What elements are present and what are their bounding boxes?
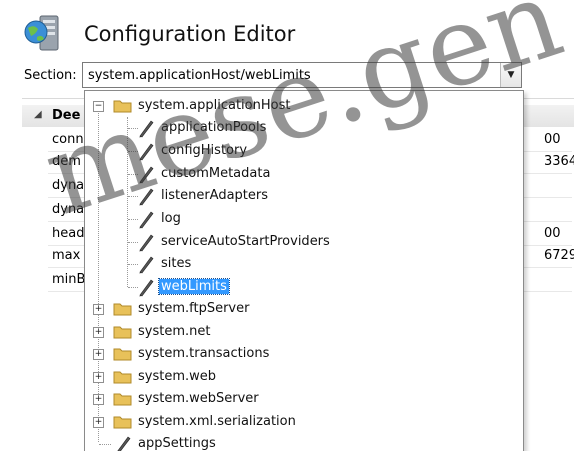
tree-node-label: system.webServer (138, 391, 259, 406)
property-name: max (52, 248, 81, 263)
tree-node-confighistory[interactable]: configHistory (85, 141, 515, 161)
pen-icon (139, 120, 154, 138)
tree-node-label: log (161, 211, 181, 226)
folder-icon (113, 371, 132, 384)
folder-icon (113, 303, 132, 316)
tree-node-appsettings[interactable]: appSettings (85, 434, 515, 451)
property-name: head (52, 226, 85, 241)
expand-icon[interactable]: + (93, 372, 104, 383)
tree-node-log[interactable]: log (85, 209, 515, 229)
pen-icon (117, 436, 131, 451)
tree-node-weblimits[interactable]: webLimits (85, 277, 515, 297)
tree-node-system-net[interactable]: + system.net (85, 322, 515, 342)
chevron-down-icon[interactable]: ▼ (500, 63, 521, 87)
pen-icon (139, 211, 154, 229)
property-value: 00 (544, 226, 561, 241)
pen-icon (139, 256, 154, 274)
collapse-icon[interactable]: − (93, 101, 104, 112)
property-value: 33647 (544, 154, 574, 169)
tree-node-system-applicationhost[interactable]: − system.applicationHost (85, 96, 515, 116)
section-selector: Section: system.applicationHost/webLimit… (0, 62, 574, 90)
tree-node-label: applicationPools (161, 120, 267, 135)
property-name: dyna (52, 202, 85, 217)
tree-node-label: sites (161, 256, 192, 271)
property-name: minB (52, 272, 86, 287)
tree-node-listeneradapters[interactable]: listenerAdapters (85, 186, 515, 206)
pen-icon (139, 143, 154, 161)
tree-node-system-ftpserver[interactable]: + system.ftpServer (85, 299, 515, 319)
server-globe-icon (24, 15, 59, 51)
tree-node-label-selected: webLimits (158, 278, 230, 295)
section-value: system.applicationHost/webLimits (88, 68, 311, 83)
expand-icon[interactable]: + (93, 394, 104, 405)
tree-node-system-webserver[interactable]: + system.webServer (85, 389, 515, 409)
pen-icon (139, 234, 154, 252)
tree-node-label: system.ftpServer (138, 301, 250, 316)
section-tree-dropdown: − system.applicationHost applicationPool… (84, 90, 524, 451)
tree-line (99, 444, 111, 445)
folder-icon (113, 393, 132, 406)
tree-node-label: serviceAutoStartProviders (161, 234, 330, 249)
tree-node-label: system.web (138, 369, 217, 384)
folder-icon (113, 416, 132, 429)
tree-node-label: system.transactions (138, 346, 270, 361)
pen-icon (139, 188, 154, 206)
section-combobox[interactable]: system.applicationHost/webLimits ▼ (82, 62, 522, 88)
tree-node-label: customMetadata (161, 166, 271, 181)
property-value: 00 (544, 132, 561, 147)
property-value: 67295 (544, 248, 574, 263)
tree-node-label: system.xml.serialization (138, 414, 296, 429)
collapse-icon[interactable]: ◢ (34, 109, 42, 120)
property-name: dyna (52, 178, 85, 193)
folder-icon (113, 348, 132, 361)
tree-node-serviceautostartproviders[interactable]: serviceAutoStartProviders (85, 232, 515, 252)
pen-icon (139, 279, 154, 297)
folder-icon (113, 100, 132, 113)
tree-node-sites[interactable]: sites (85, 254, 515, 274)
property-group-label: Dee (52, 108, 81, 123)
expand-icon[interactable]: + (93, 304, 104, 315)
section-label: Section: (24, 68, 77, 83)
tree-node-label: system.net (138, 324, 211, 339)
expand-icon[interactable]: + (93, 327, 104, 338)
tree-node-label: appSettings (138, 436, 216, 451)
header: Configuration Editor (0, 0, 574, 62)
tree-node-system-transactions[interactable]: + system.transactions (85, 344, 515, 364)
tree-node-label: configHistory (161, 143, 248, 158)
tree-node-label: listenerAdapters (161, 188, 269, 203)
property-name: dem (52, 154, 81, 169)
page-title: Configuration Editor (84, 22, 296, 46)
tree-node-system-xml-serialization[interactable]: + system.xml.serialization (85, 412, 515, 432)
tree-node-system-web[interactable]: + system.web (85, 367, 515, 387)
expand-icon[interactable]: + (93, 349, 104, 360)
folder-icon (113, 326, 132, 339)
expand-icon[interactable]: + (93, 417, 104, 428)
property-name: conn (52, 132, 84, 147)
tree-node-label: system.applicationHost (138, 98, 291, 113)
tree-node-applicationpools[interactable]: applicationPools (85, 118, 515, 138)
tree-node-custommetadata[interactable]: customMetadata (85, 164, 515, 184)
pen-icon (139, 166, 154, 184)
